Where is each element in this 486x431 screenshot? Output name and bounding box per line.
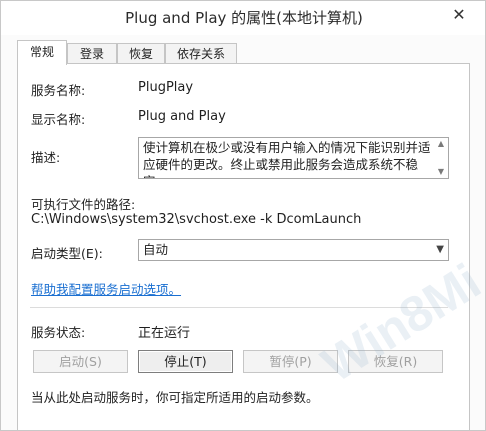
description-label: 描述: bbox=[31, 150, 61, 165]
chevron-down-icon: ▼ bbox=[436, 244, 444, 255]
general-tab-panel: 服务名称: PlugPlay 显示名称: Plug and Play 描述: 使… bbox=[17, 63, 485, 430]
startup-help-link[interactable]: 帮助我配置服务启动选项。 bbox=[31, 279, 181, 298]
display-name-label: 显示名称: bbox=[31, 112, 86, 127]
startup-type-label: 启动类型(E): bbox=[31, 246, 103, 261]
service-name-value: PlugPlay bbox=[138, 80, 194, 95]
resume-button[interactable]: 恢复(R) bbox=[348, 350, 443, 373]
service-status-label: 服务状态: bbox=[31, 325, 86, 340]
tab-dependencies[interactable]: 依存关系 bbox=[165, 43, 237, 63]
tab-recovery[interactable]: 恢复 bbox=[117, 43, 165, 63]
close-button[interactable]: ✕ bbox=[439, 3, 479, 27]
description-textbox[interactable]: 使计算机在极少或没有用户输入的情况下能识别并适应硬件的更改。终止或禁用此服务会造… bbox=[138, 137, 449, 179]
title-bar: Plug and Play 的属性(本地计算机) ✕ bbox=[1, 1, 485, 35]
section-divider bbox=[30, 307, 448, 308]
exe-path-label: 可执行文件的路径: bbox=[31, 197, 136, 212]
tab-general[interactable]: 常规 bbox=[17, 40, 67, 65]
tab-logon[interactable]: 登录 bbox=[67, 43, 117, 63]
service-properties-dialog: Plug and Play 的属性(本地计算机) ✕ 常规 登录 恢复 依存关系… bbox=[0, 0, 486, 431]
window-title: Plug and Play 的属性(本地计算机) bbox=[125, 9, 363, 27]
start-parameters-note: 当从此处启动服务时，你可指定所适用的启动参数。 bbox=[31, 390, 319, 405]
scroll-down-icon[interactable]: ▼ bbox=[434, 166, 448, 178]
service-status-value: 正在运行 bbox=[138, 326, 191, 341]
stop-button[interactable]: 停止(T) bbox=[138, 350, 233, 373]
display-name-value: Plug and Play bbox=[138, 109, 226, 124]
exe-path-value: C:\Windows\system32\svchost.exe -k DcomL… bbox=[31, 212, 362, 227]
close-icon: ✕ bbox=[452, 5, 466, 24]
description-text: 使计算机在极少或没有用户输入的情况下能识别并适应硬件的更改。终止或禁用此服务会造… bbox=[143, 140, 431, 178]
pause-button[interactable]: 暂停(P) bbox=[243, 350, 338, 373]
service-name-label: 服务名称: bbox=[31, 83, 86, 98]
startup-type-value: 自动 bbox=[143, 242, 169, 257]
scroll-up-icon[interactable]: ▲ bbox=[434, 138, 448, 150]
startup-type-select[interactable]: 自动 ▼ bbox=[138, 239, 449, 261]
description-scrollbar[interactable]: ▲ ▼ bbox=[434, 138, 448, 178]
start-button[interactable]: 启动(S) bbox=[33, 350, 128, 373]
